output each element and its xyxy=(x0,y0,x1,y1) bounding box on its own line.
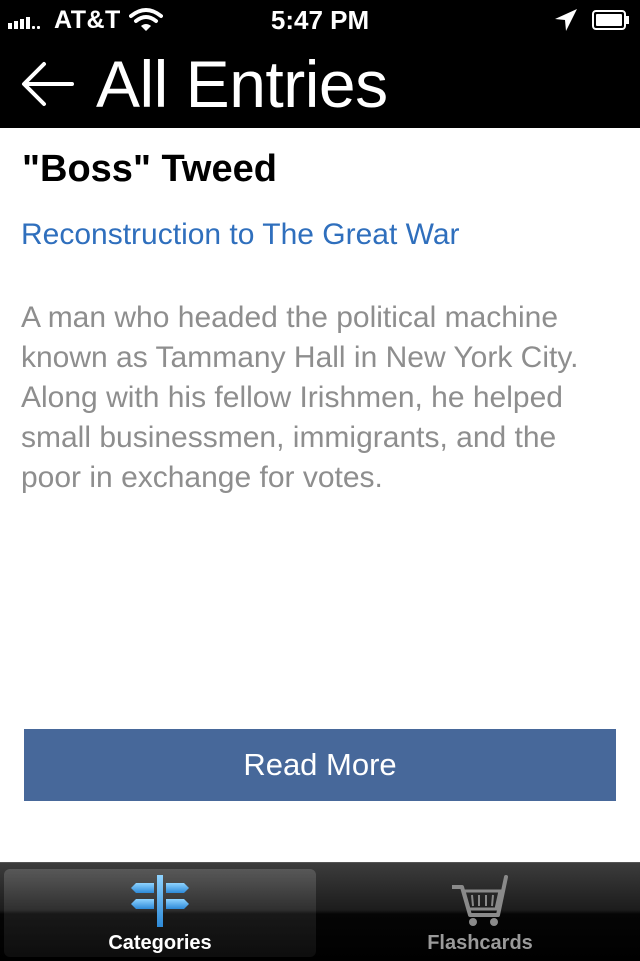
tab-categories[interactable]: Categories xyxy=(4,869,316,957)
tab-bar: Categories Flashcards xyxy=(0,862,640,961)
battery-icon xyxy=(592,10,629,30)
location-arrow-icon xyxy=(555,9,577,31)
tab-categories-label: Categories xyxy=(108,932,212,954)
nav-header: All Entries xyxy=(0,40,640,128)
status-bar: AT&T 5:47 PM xyxy=(0,0,640,40)
entry-title: "Boss" Tweed xyxy=(22,148,277,190)
tab-flashcards-label: Flashcards xyxy=(427,932,533,954)
signpost-icon xyxy=(131,875,189,927)
page-title: All Entries xyxy=(96,47,388,121)
back-arrow-icon[interactable] xyxy=(20,60,76,108)
clock-time: 5:47 PM xyxy=(270,5,370,35)
read-more-button[interactable]: Read More xyxy=(24,729,616,801)
category-link[interactable]: Reconstruction to The Great War xyxy=(21,218,460,252)
entry-description: A man who headed the political machine k… xyxy=(21,301,579,494)
shopping-cart-icon xyxy=(452,875,508,926)
tab-flashcards[interactable]: Flashcards xyxy=(324,869,636,957)
